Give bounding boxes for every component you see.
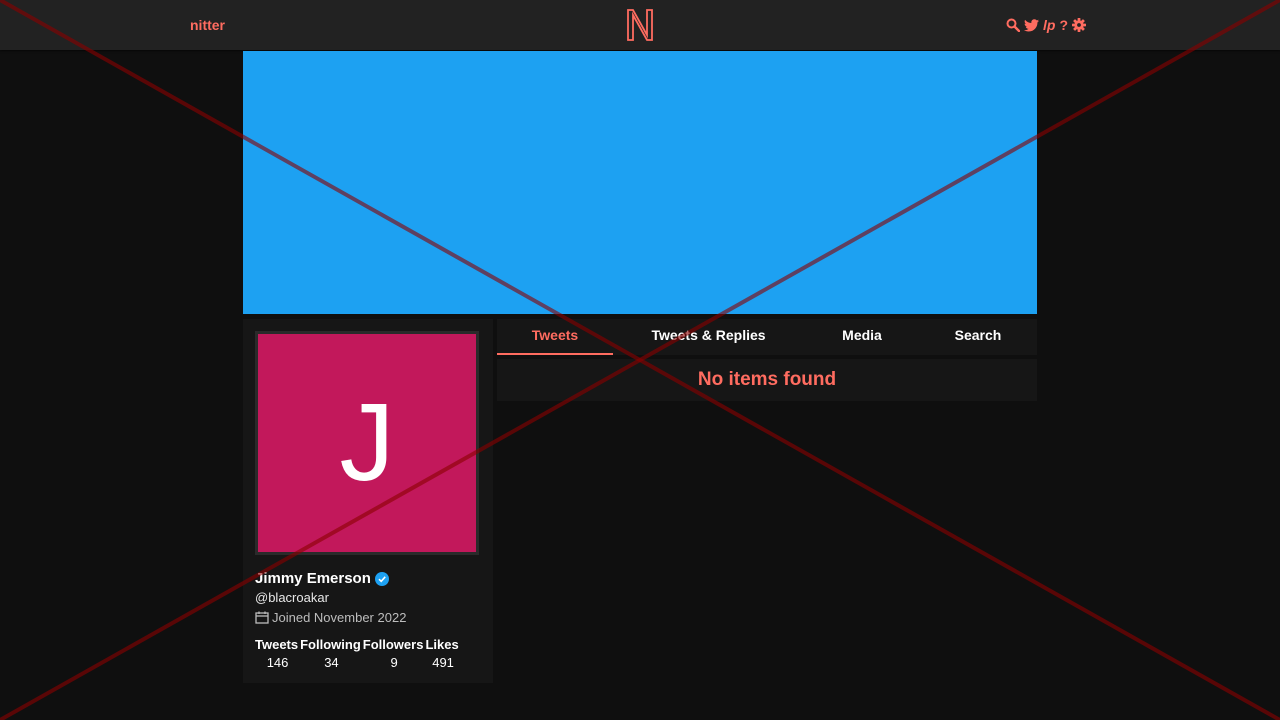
- navbar: nitter lp ?: [0, 0, 1280, 50]
- tab-tweets[interactable]: Tweets: [497, 319, 613, 355]
- profile-stats: Tweets Following Followers Likes 146 34 …: [255, 637, 485, 670]
- nitter-logo-icon[interactable]: [626, 8, 654, 42]
- avatar-letter: J: [339, 381, 395, 504]
- profile-joined: Joined November 2022: [255, 610, 406, 625]
- profile-banner[interactable]: [243, 51, 1037, 314]
- stat-following-value[interactable]: 34: [300, 652, 363, 670]
- twitter-bird-icon[interactable]: [1024, 16, 1039, 34]
- timeline-empty: No items found: [497, 359, 1037, 401]
- gear-icon[interactable]: [1072, 16, 1087, 34]
- stat-followers-value[interactable]: 9: [363, 652, 426, 670]
- tab-search[interactable]: Search: [937, 319, 1019, 353]
- timeline-tabs: Tweets Tweets & Replies Media Search: [497, 319, 1037, 355]
- calendar-icon: [255, 611, 269, 624]
- nitter-home-link[interactable]: nitter: [190, 17, 225, 33]
- profile-username[interactable]: @blacroakar: [255, 590, 329, 605]
- empty-message: No items found: [697, 369, 837, 390]
- lp-icon[interactable]: lp: [1043, 16, 1055, 34]
- verified-icon: [374, 571, 389, 586]
- tab-tweets-replies[interactable]: Tweets & Replies: [631, 319, 786, 353]
- profile-fullname[interactable]: Jimmy Emerson: [255, 570, 389, 587]
- nav-icons: lp ?: [1006, 16, 1087, 34]
- stat-likes-value[interactable]: 491: [425, 652, 460, 670]
- joined-text: Joined November 2022: [272, 610, 407, 625]
- avatar[interactable]: J: [255, 331, 479, 555]
- tab-media[interactable]: Media: [822, 319, 902, 353]
- stat-tweets-value[interactable]: 146: [255, 652, 300, 670]
- stat-likes-label: Likes: [425, 637, 459, 652]
- search-icon[interactable]: [1006, 16, 1020, 34]
- fullname-text: Jimmy Emerson: [255, 570, 371, 587]
- profile-card: J Jimmy Emerson @blacroakar Joined Novem…: [243, 319, 493, 683]
- stat-following-label: Following: [300, 637, 361, 652]
- stat-tweets-label: Tweets: [255, 637, 299, 652]
- stat-followers-label: Followers: [362, 637, 424, 652]
- help-icon[interactable]: ?: [1059, 16, 1068, 34]
